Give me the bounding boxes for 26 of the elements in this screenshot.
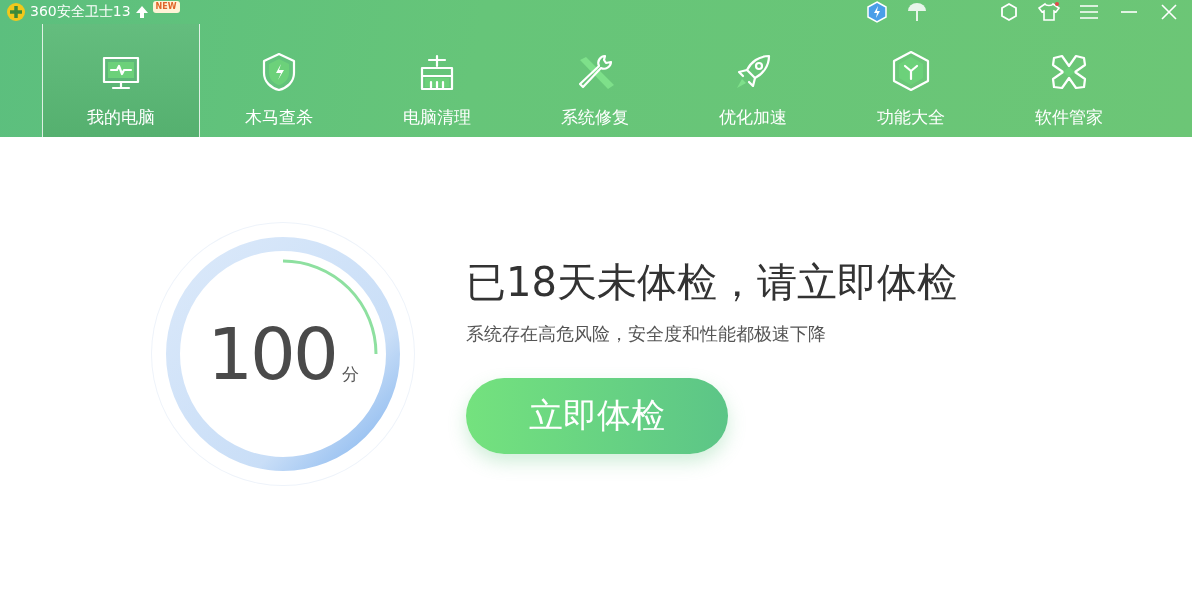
nav-tab[interactable]: 电脑清理: [358, 24, 516, 137]
nav-tab[interactable]: 系统修复: [516, 24, 674, 137]
logo-icon: [6, 2, 26, 22]
hexagon-icon[interactable]: [1000, 2, 1018, 22]
shield-icon: [261, 52, 297, 92]
cube-icon: [891, 50, 931, 92]
shirt-icon[interactable]: [1038, 2, 1060, 22]
close-icon[interactable]: [1161, 4, 1177, 20]
upgrade-icon[interactable]: [134, 5, 149, 19]
score-unit: 分: [341, 363, 359, 386]
nav-tab[interactable]: 软件管家: [990, 24, 1148, 137]
menu-icon[interactable]: [1079, 4, 1099, 20]
nav-tab[interactable]: 我的电脑: [42, 24, 200, 137]
flower-icon: [1049, 52, 1089, 92]
window-title: 360安全卫士13: [30, 3, 131, 21]
subtitle: 系统存在高危风险，安全度和性能都极速下降: [466, 321, 827, 346]
umbrella-icon[interactable]: [906, 1, 928, 23]
new-badge: NEW: [152, 1, 180, 13]
score-value: 100: [207, 318, 336, 390]
check-button[interactable]: 立即体检: [466, 377, 728, 454]
nav-tab[interactable]: 优化加速: [674, 24, 832, 137]
lightning-icon[interactable]: [867, 1, 887, 23]
nav-tab[interactable]: 木马查杀: [200, 24, 358, 137]
headline: 已18天未体检，请立即体检: [466, 257, 957, 307]
nav-tab[interactable]: 功能大全: [832, 24, 990, 137]
monitor-icon: [101, 56, 141, 92]
